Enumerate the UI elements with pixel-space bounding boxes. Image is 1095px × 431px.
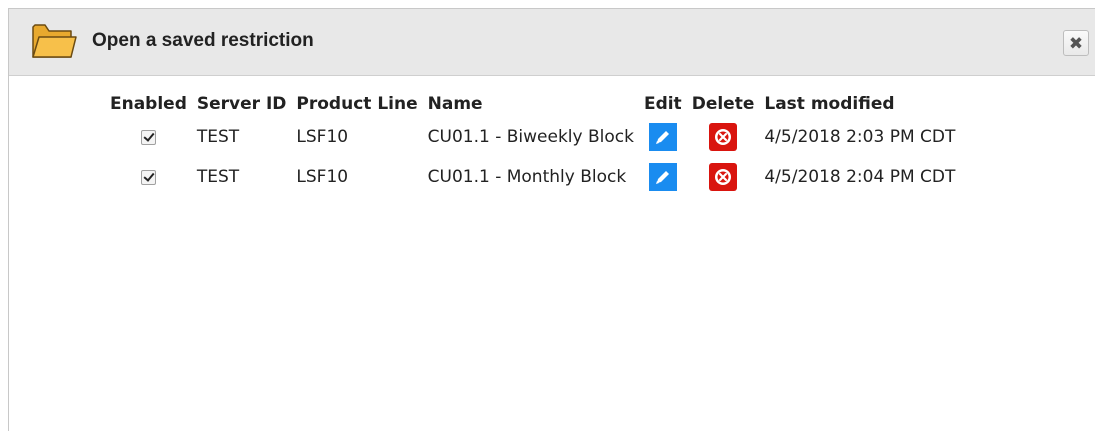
header-delete: Delete [691, 94, 755, 114]
delete-icon [715, 129, 732, 145]
pencil-icon [655, 171, 669, 184]
folder-icon [31, 21, 77, 61]
delete-button[interactable] [709, 123, 738, 151]
header-product-line: Product Line [296, 94, 418, 114]
header-enabled: Enabled [110, 94, 187, 114]
close-icon: ✖ [1068, 33, 1084, 53]
enabled-checkbox[interactable] [140, 129, 156, 145]
edit-button[interactable] [648, 123, 677, 151]
last-modified-cell: 4/5/2018 2:04 PM CDT [764, 167, 956, 187]
dialog-titlebar: Open a saved restriction ✖ [9, 9, 1095, 76]
product-line-cell: LSF10 [296, 127, 349, 147]
name-cell: CU01.1 - Biweekly Block [427, 127, 634, 147]
server-id-cell: TEST [196, 167, 240, 187]
pencil-icon [655, 131, 669, 144]
enabled-checkbox[interactable] [140, 169, 156, 185]
header-edit: Edit [643, 94, 682, 114]
server-id-cell: TEST [196, 127, 240, 147]
delete-icon [715, 169, 732, 185]
open-restriction-dialog: Open a saved restriction ✖ Enabled Serve… [8, 8, 1095, 431]
close-button[interactable]: ✖ [1063, 30, 1089, 56]
name-cell: CU01.1 - Monthly Block [427, 167, 627, 187]
table-header-row: Enabled Server ID Product Line Name Edit… [105, 91, 960, 116]
delete-button[interactable] [709, 163, 738, 191]
product-line-cell: LSF10 [296, 167, 349, 187]
table-row: TEST LSF10 CU01.1 - Monthly Block 4/5/20… [105, 156, 960, 196]
table-row: TEST LSF10 CU01.1 - Biweekly Block 4/5/2… [105, 116, 960, 156]
header-server-id: Server ID [196, 94, 287, 114]
dialog-title: Open a saved restriction [92, 30, 314, 51]
last-modified-cell: 4/5/2018 2:03 PM CDT [764, 127, 956, 147]
header-name: Name [427, 94, 483, 114]
header-last-modified: Last modified [764, 94, 895, 114]
restrictions-table: Enabled Server ID Product Line Name Edit… [105, 91, 960, 196]
edit-button[interactable] [648, 163, 677, 191]
